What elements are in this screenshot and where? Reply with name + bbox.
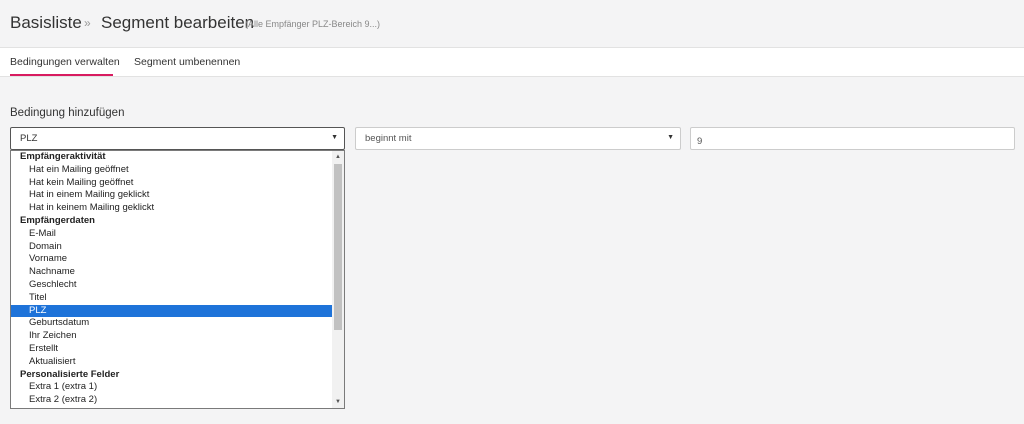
condition-value-input[interactable] (690, 127, 1015, 150)
dropdown-option[interactable]: Titel (11, 292, 333, 305)
dropdown-group-label: Empfängerdaten (20, 214, 95, 226)
scroll-down-arrow-icon[interactable]: ▼ (332, 396, 344, 408)
dropdown-option[interactable]: Vorname (11, 253, 333, 266)
tab-rename-segment[interactable]: Segment umbenennen (134, 56, 240, 68)
dropdown-option[interactable]: Nachname (11, 266, 333, 279)
dropdown-option[interactable]: E-Mail (11, 228, 333, 241)
page-title: Segment bearbeiten (101, 13, 255, 32)
dropdown-option[interactable]: Extra 2 (extra 2) (11, 394, 333, 407)
scroll-up-arrow-icon[interactable]: ▲ (332, 151, 344, 163)
breadcrumb-separator: » (84, 16, 91, 30)
dropdown-option[interactable]: Geschlecht (11, 279, 333, 292)
chevron-down-icon: ▼ (331, 134, 338, 141)
breadcrumb-root[interactable]: Basisliste (10, 13, 82, 33)
dropdown-options: Empfängeraktivität Hat ein Mailing geöffn… (11, 151, 333, 407)
dropdown-group-label: Personalisierte Felder (20, 368, 120, 380)
segment-subtitle: (Alle Empfänger PLZ-Bereich 9...) (245, 19, 381, 29)
dropdown-option[interactable]: Hat in einem Mailing geklickt (11, 189, 333, 202)
tab-manage-conditions[interactable]: Bedingungen verwalten (10, 56, 120, 76)
condition-field-select[interactable]: PLZ ▼ (10, 127, 345, 150)
add-condition-label: Bedingung hinzufügen (10, 107, 125, 119)
field-dropdown-list[interactable]: Empfängeraktivität Hat ein Mailing geöffn… (10, 150, 345, 409)
dropdown-option[interactable]: Aktualisiert (11, 356, 333, 369)
dropdown-option[interactable]: Hat ein Mailing geöffnet (11, 164, 333, 177)
dropdown-option[interactable]: Ihr Zeichen (11, 330, 333, 343)
dropdown-group-label: Empfängeraktivität (20, 151, 106, 162)
dropdown-option[interactable]: Hat in keinem Mailing geklickt (11, 202, 333, 215)
dropdown-option[interactable]: Erstellt (11, 343, 333, 356)
page-header: Basisliste » Segment bearbeiten (Alle Em… (0, 0, 1024, 48)
dropdown-option-selected[interactable]: PLZ (11, 304, 333, 318)
dropdown-option[interactable]: Hat kein Mailing geöffnet (11, 177, 333, 190)
dropdown-option[interactable]: Domain (11, 241, 333, 254)
scrollbar-thumb[interactable] (334, 164, 342, 330)
dropdown-option[interactable]: Extra 1 (extra 1) (11, 381, 333, 394)
condition-operator-value: beginnt mit (365, 133, 412, 144)
dropdown-scrollbar[interactable]: ▲ ▼ (332, 151, 344, 408)
condition-operator-select[interactable]: beginnt mit ▼ (355, 127, 681, 150)
dropdown-option[interactable]: Geburtsdatum (11, 317, 333, 330)
tab-bar: Bedingungen verwalten Segment umbenennen (0, 48, 1024, 77)
chevron-down-icon: ▼ (667, 134, 674, 141)
condition-field-value: PLZ (20, 133, 38, 144)
